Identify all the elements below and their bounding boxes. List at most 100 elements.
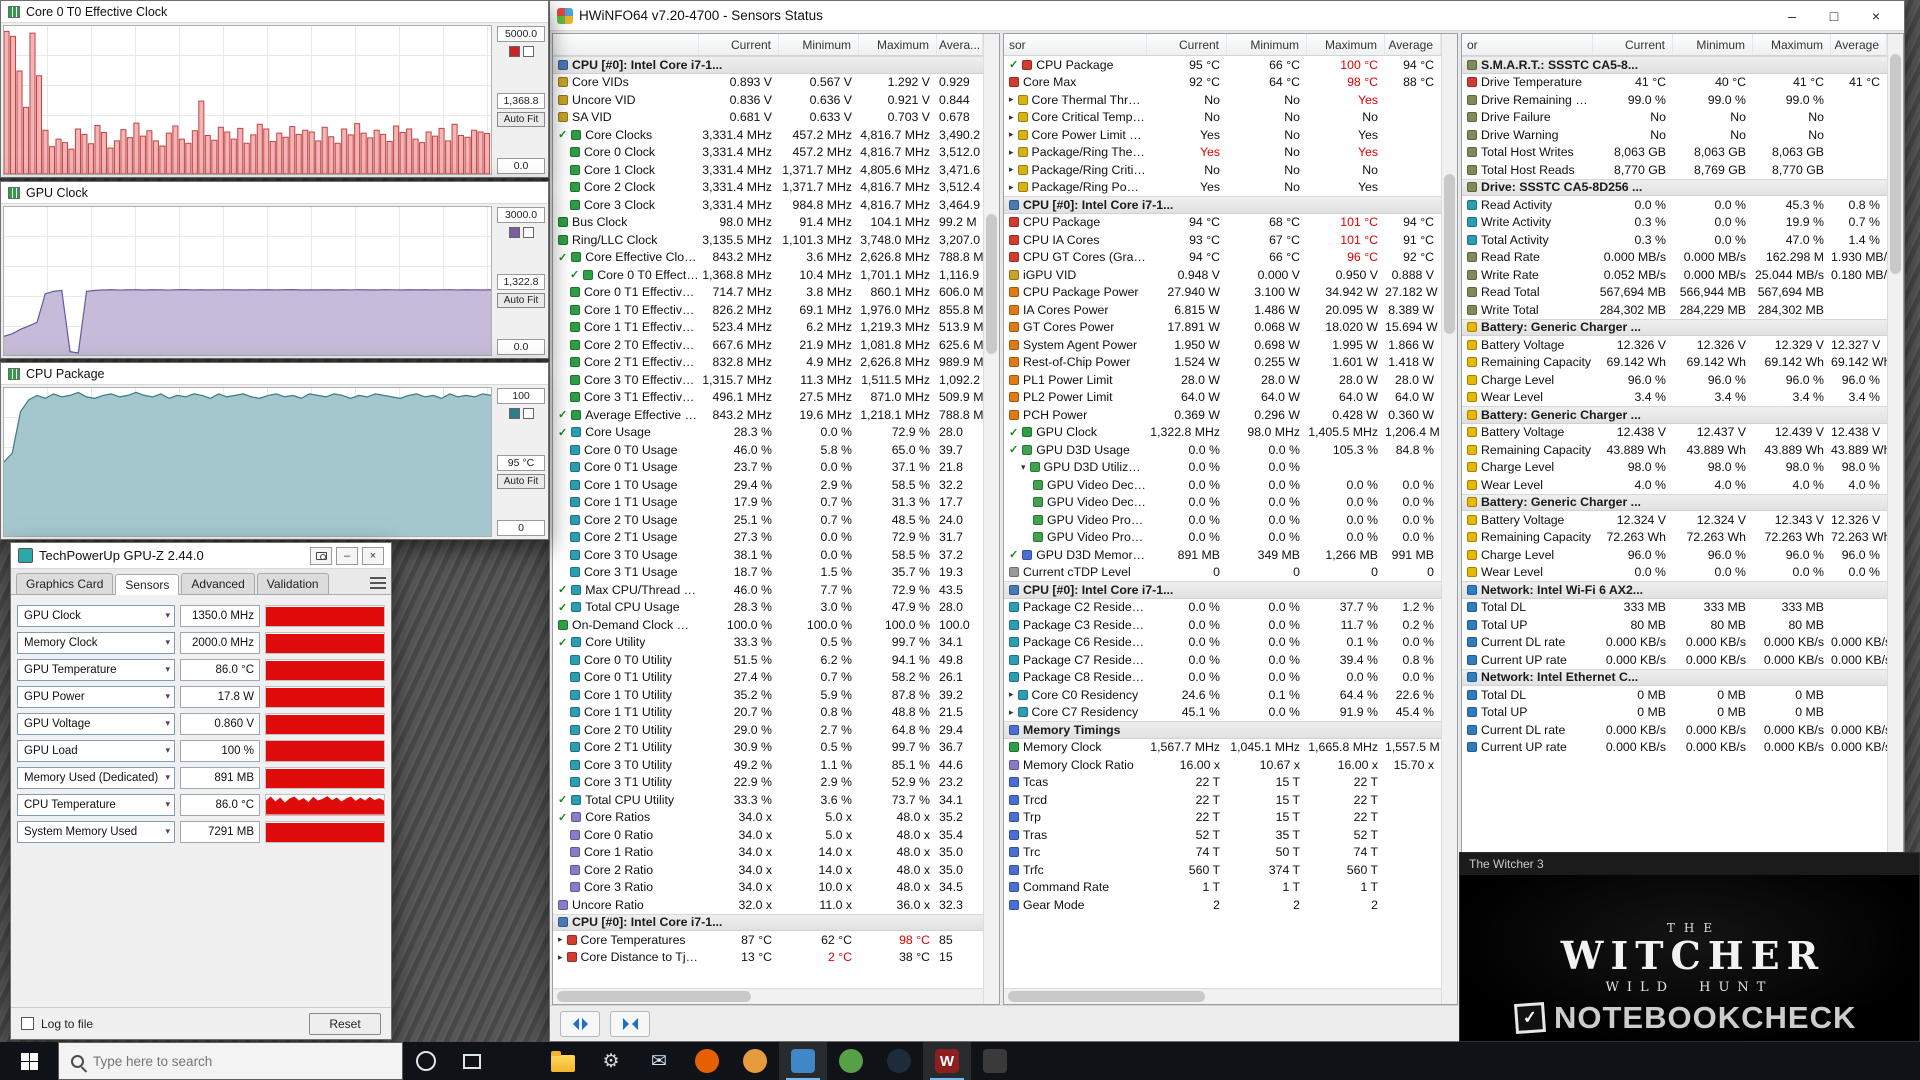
sensor-group-header[interactable]: Drive: SSSTC CA5-8D256 ... bbox=[1462, 179, 1887, 197]
sensor-row[interactable]: Wear Level3.4 %3.4 %3.4 %3.4 % bbox=[1462, 389, 1887, 407]
sensor-group-header[interactable]: CPU [#0]: Intel Core i7-1... bbox=[553, 56, 983, 74]
minimize-button[interactable]: – bbox=[336, 547, 358, 565]
settings-icon[interactable]: ⚙ bbox=[587, 1042, 635, 1080]
sensor-group-header[interactable]: CPU [#0]: Intel Core i7-1... bbox=[1004, 581, 1441, 599]
sensor-row[interactable]: Core 3 T1 Usage18.7 %1.5 %35.7 %19.3 bbox=[553, 564, 983, 582]
sensor-row[interactable]: Package C8 Residency0.0 %0.0 %0.0 %0.0 % bbox=[1004, 669, 1441, 687]
horizontal-scrollbar[interactable] bbox=[1004, 988, 1441, 1004]
sensor-row[interactable]: Core 0 T0 Usage46.0 %5.8 %65.0 %39.7 bbox=[553, 441, 983, 459]
sensor-row[interactable]: Total DL333 MB333 MB333 MB bbox=[1462, 599, 1887, 617]
sensor-row[interactable]: Write Activity0.3 %0.0 %19.9 %0.7 % bbox=[1462, 214, 1887, 232]
sensor-row[interactable]: Package C6 Residency0.0 %0.0 %0.1 %0.0 % bbox=[1004, 634, 1441, 652]
sensor-row[interactable]: Total DL0 MB0 MB0 MB bbox=[1462, 686, 1887, 704]
sensor-row[interactable]: ✓Core Ratios34.0 x5.0 x48.0 x35.2 bbox=[553, 809, 983, 827]
sensor-row[interactable]: Core Max92 °C64 °C98 °C88 °C bbox=[1004, 74, 1441, 92]
sensor-row[interactable]: Remaining Capacity72.263 Wh72.263 Wh72.2… bbox=[1462, 529, 1887, 547]
reset-button[interactable]: Reset bbox=[309, 1013, 381, 1035]
sensor-row[interactable]: ✓GPU Clock1,322.8 MHz98.0 MHz1,405.5 MHz… bbox=[1004, 424, 1441, 442]
sensor-row[interactable]: Read Rate0.000 MB/s0.000 MB/s162.298 M1.… bbox=[1462, 249, 1887, 267]
tab-advanced[interactable]: Advanced bbox=[181, 573, 254, 594]
sensor-row[interactable]: Core VIDs0.893 V0.567 V1.292 V0.929 bbox=[553, 74, 983, 92]
sensor-row[interactable]: ▸Core Thermal ThrottlingNoNoYes bbox=[1004, 91, 1441, 109]
sensor-row[interactable]: Tras52 T35 T52 T bbox=[1004, 826, 1441, 844]
sensor-row[interactable]: Core 1 T1 Effective Cl...523.4 MHz6.2 MH… bbox=[553, 319, 983, 337]
column-header-current[interactable]: Current bbox=[699, 34, 779, 55]
sensor-row[interactable]: CPU IA Cores93 °C67 °C101 °C91 °C bbox=[1004, 231, 1441, 249]
scroll-columns-right-button[interactable] bbox=[610, 1011, 650, 1037]
column-header-maximum[interactable]: Maximum bbox=[1307, 34, 1385, 55]
sensor-row[interactable]: Read Total567,694 MB566,944 MB567,694 MB bbox=[1462, 284, 1887, 302]
log-to-file-checkbox[interactable] bbox=[21, 1017, 34, 1030]
sensor-row[interactable]: IA Cores Power6.815 W1.486 W20.095 W8.38… bbox=[1004, 301, 1441, 319]
scale-max-box[interactable]: 3000.0 bbox=[497, 207, 545, 223]
sensor-row[interactable]: Trcd22 T15 T22 T bbox=[1004, 791, 1441, 809]
sensor-row[interactable]: ✓GPU D3D Memory Dynamic891 MB349 MB1,266… bbox=[1004, 546, 1441, 564]
sensor-row[interactable]: Uncore VID0.836 V0.636 V0.921 V0.844 bbox=[553, 91, 983, 109]
sensor-row[interactable]: Core 2 T0 Usage25.1 %0.7 %48.5 %24.0 bbox=[553, 511, 983, 529]
sensor-row[interactable]: Core 3 T1 Utility22.9 %2.9 %52.9 %23.2 bbox=[553, 774, 983, 792]
sensor-row[interactable]: Core 0 Clock3,331.4 MHz457.2 MHz4,816.7 … bbox=[553, 144, 983, 162]
sensor-row[interactable]: Command Rate1 T1 T1 T bbox=[1004, 879, 1441, 897]
column-header-average[interactable]: Average bbox=[1831, 34, 1887, 55]
sensor-group-header[interactable]: CPU [#0]: Intel Core i7-1... bbox=[553, 914, 983, 932]
sensor-row[interactable]: Core 3 Ratio34.0 x10.0 x48.0 x34.5 bbox=[553, 879, 983, 897]
sensor-row[interactable]: Ring/LLC Clock3,135.5 MHz1,101.3 MHz3,74… bbox=[553, 231, 983, 249]
sensor-row[interactable]: Battery Voltage12.438 V12.437 V12.439 V1… bbox=[1462, 424, 1887, 442]
sensor-row[interactable]: ✓Total CPU Usage28.3 %3.0 %47.9 %28.0 bbox=[553, 599, 983, 617]
sensor-row[interactable]: ▸Package/Ring Power Limit...YesNoYes bbox=[1004, 179, 1441, 197]
sensor-row[interactable]: ▸Core Distance to TjMAX13 °C2 °C38 °C15 bbox=[553, 949, 983, 967]
sensor-row[interactable]: ✓Total CPU Utility33.3 %3.6 %73.7 %34.1 bbox=[553, 791, 983, 809]
graph-window-titlebar[interactable]: CPU Package bbox=[1, 363, 548, 385]
sensor-row[interactable]: Memory Clock1,567.7 MHz1,045.1 MHz1,665.… bbox=[1004, 739, 1441, 757]
column-header-sensor[interactable]: sor bbox=[1004, 34, 1147, 55]
steam-icon[interactable] bbox=[875, 1042, 923, 1080]
hwinfo-icon[interactable] bbox=[779, 1042, 827, 1080]
column-header-average[interactable]: Average bbox=[1385, 34, 1441, 55]
sensor-row[interactable]: Core 0 T1 Utility27.4 %0.7 %58.2 %26.1 bbox=[553, 669, 983, 687]
sensor-row[interactable]: SA VID0.681 V0.633 V0.703 V0.678 bbox=[553, 109, 983, 127]
sensor-row[interactable]: Trc74 T50 T74 T bbox=[1004, 844, 1441, 862]
gpuz-sensor-select[interactable]: Memory Clock▾ bbox=[17, 632, 175, 654]
search-input[interactable] bbox=[93, 1054, 390, 1069]
sensor-row[interactable]: CPU Package94 °C68 °C101 °C94 °C bbox=[1004, 214, 1441, 232]
sensor-row[interactable]: Core 3 T0 Usage38.1 %0.0 %58.5 %37.2 bbox=[553, 546, 983, 564]
scrollbar-thumb[interactable] bbox=[986, 214, 997, 354]
sensor-row[interactable]: Core 0 T1 Effective Cl...714.7 MHz3.8 MH… bbox=[553, 284, 983, 302]
sensor-row[interactable]: Core 1 T1 Usage17.9 %0.7 %31.3 %17.7 bbox=[553, 494, 983, 512]
column-header-maximum[interactable]: Maximum bbox=[1753, 34, 1831, 55]
scrollbar-thumb[interactable] bbox=[1890, 54, 1901, 274]
auto-fit-button[interactable]: Auto Fit bbox=[497, 474, 545, 489]
sensor-row[interactable]: Current cTDP Level0000 bbox=[1004, 564, 1441, 582]
expand-arrow-icon[interactable]: ▸ bbox=[1009, 689, 1014, 700]
sensor-row[interactable]: Write Rate0.052 MB/s0.000 MB/s25.044 MB/… bbox=[1462, 266, 1887, 284]
column-header-current[interactable]: Current bbox=[1147, 34, 1227, 55]
sensor-row[interactable]: Core 2 T1 Effective Cl...832.8 MHz4.9 MH… bbox=[553, 354, 983, 372]
sensor-row[interactable]: Trp22 T15 T22 T bbox=[1004, 809, 1441, 827]
sensor-group-header[interactable]: Battery: Generic Charger ... bbox=[1462, 494, 1887, 512]
sensor-row[interactable]: ▸Core Temperatures87 °C62 °C98 °C85 bbox=[553, 931, 983, 949]
taskbar-search[interactable] bbox=[58, 1042, 403, 1080]
sensor-row[interactable]: CPU Package Power27.940 W3.100 W34.942 W… bbox=[1004, 284, 1441, 302]
series-checkbox[interactable] bbox=[523, 46, 534, 57]
sensor-row[interactable]: Drive Temperature41 °C40 °C41 °C41 °C bbox=[1462, 74, 1887, 92]
sensor-row[interactable]: Package C7 Residency0.0 %0.0 %39.4 %0.8 … bbox=[1004, 651, 1441, 669]
sensor-row[interactable]: Core 1 T1 Utility20.7 %0.8 %48.8 %21.5 bbox=[553, 704, 983, 722]
sensor-row[interactable]: Drive Remaining Life99.0 %99.0 %99.0 % bbox=[1462, 91, 1887, 109]
sensor-row[interactable]: ✓CPU Package95 °C66 °C100 °C94 °C bbox=[1004, 56, 1441, 74]
sensor-row[interactable]: Drive FailureNoNoNo bbox=[1462, 109, 1887, 127]
sensor-row[interactable]: Core 3 Clock3,331.4 MHz984.8 MHz4,816.7 … bbox=[553, 196, 983, 214]
mail-icon[interactable]: ✉ bbox=[635, 1042, 683, 1080]
sensor-row[interactable]: iGPU VID0.948 V0.000 V0.950 V0.888 V bbox=[1004, 266, 1441, 284]
sensor-row[interactable]: Core 3 T1 Effective Cl...496.1 MHz27.5 M… bbox=[553, 389, 983, 407]
sensor-row[interactable]: ▸Package/Ring Thermal Th...YesNoYes bbox=[1004, 144, 1441, 162]
sensor-row[interactable]: Core 2 T0 Utility29.0 %2.7 %64.8 %29.4 bbox=[553, 721, 983, 739]
sensor-row[interactable]: PCH Power0.369 W0.296 W0.428 W0.360 W bbox=[1004, 406, 1441, 424]
sensor-row[interactable]: Core 3 T0 Utility49.2 %1.1 %85.1 %44.6 bbox=[553, 756, 983, 774]
auto-fit-button[interactable]: Auto Fit bbox=[497, 112, 545, 127]
series-color-swatch[interactable] bbox=[509, 227, 520, 238]
scale-min-box[interactable]: 0.0 bbox=[497, 158, 545, 174]
sensor-group-header[interactable]: S.M.A.R.T.: SSSTC CA5-8... bbox=[1462, 56, 1887, 74]
gpuz-sensor-select[interactable]: CPU Temperature▾ bbox=[17, 794, 175, 816]
column-header-maximum[interactable]: Maximum bbox=[859, 34, 937, 55]
sensor-row[interactable]: Remaining Capacity69.142 Wh69.142 Wh69.1… bbox=[1462, 354, 1887, 372]
